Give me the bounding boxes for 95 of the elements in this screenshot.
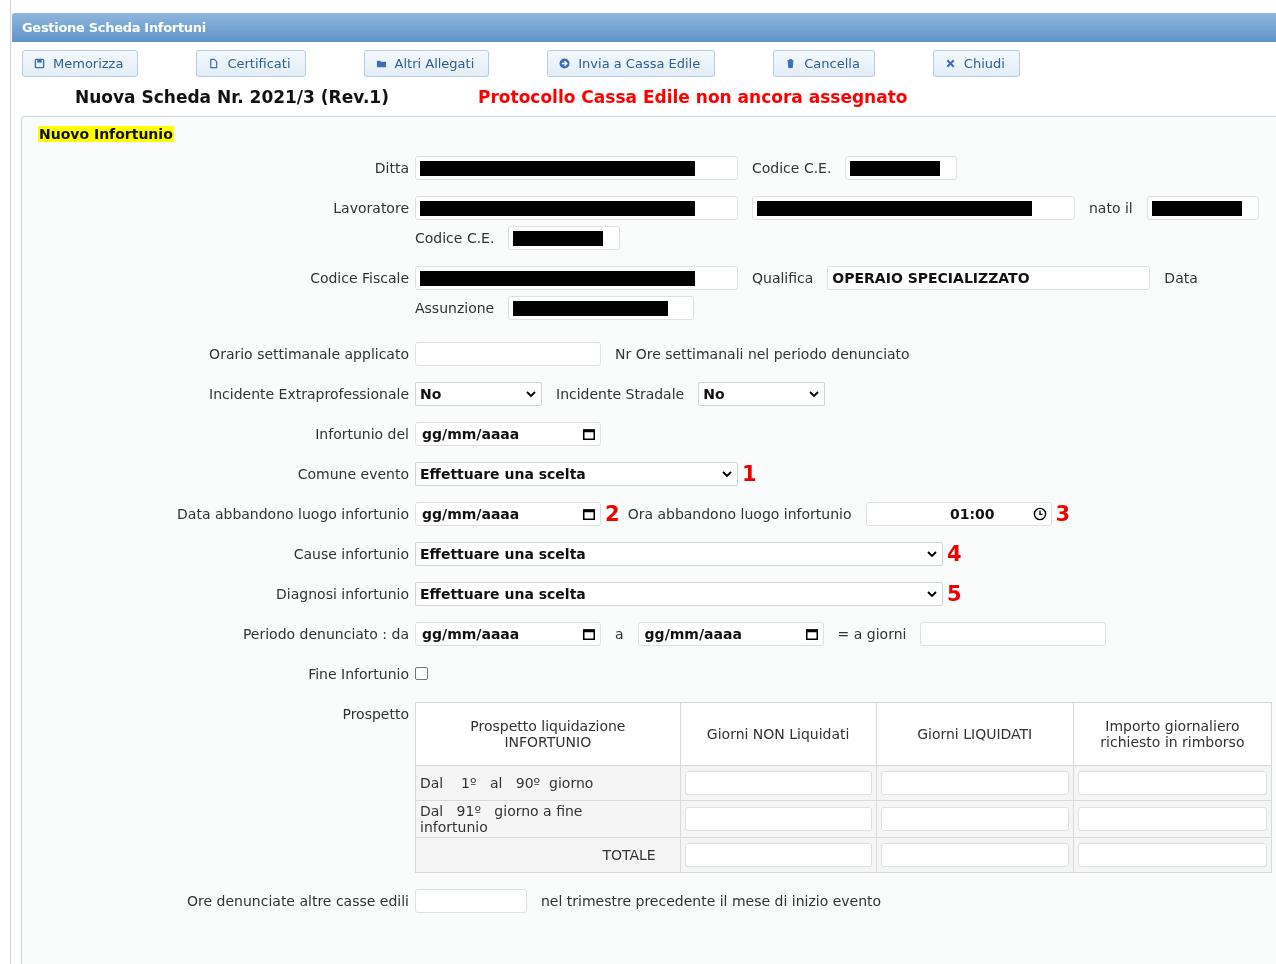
column-header: Importo giornaliero richiesto in rimborso xyxy=(1073,702,1272,766)
row-label: Dal 1º al 90º giorno xyxy=(415,765,681,801)
calendar-icon xyxy=(582,507,596,521)
dropdown[interactable]: Effettuare una scelta xyxy=(415,582,943,606)
field-label: nato il xyxy=(1089,200,1133,216)
folder-icon xyxy=(375,58,387,69)
field-label: Periodo denunciato : da xyxy=(241,625,410,644)
annotation-number: 3 xyxy=(1055,502,1071,526)
row-label: TOTALE xyxy=(415,837,681,873)
field-label: Data abbandono luogo infortunio xyxy=(176,505,410,524)
field-label: Fine Infortunio xyxy=(307,665,410,684)
record-title: Nuova Scheda Nr. 2021/3 (Rev.1) xyxy=(75,87,390,107)
input-field[interactable] xyxy=(415,342,601,366)
input-field[interactable]: OPERAIO SPECIALIZZATO xyxy=(827,266,1151,290)
field-label: Prospetto xyxy=(341,705,410,724)
toolbar-button[interactable]: Invia a Cassa Edile xyxy=(547,50,716,77)
toolbar-button[interactable]: Cancella xyxy=(773,50,875,77)
annotation-number: 2 xyxy=(605,502,620,526)
toolbar-button[interactable]: Altri Allegati xyxy=(363,50,490,77)
time-field[interactable]: 01:00 xyxy=(865,502,1052,526)
input-field[interactable] xyxy=(880,807,1069,831)
input-field[interactable] xyxy=(508,226,621,250)
column-header: Giorni NON Liquidati xyxy=(680,702,877,766)
dropdown[interactable]: No xyxy=(415,382,542,406)
toolbar-button[interactable]: Certificati xyxy=(196,50,306,77)
field-label: Ditta xyxy=(373,159,410,178)
input-field[interactable] xyxy=(415,156,738,180)
checkbox[interactable] xyxy=(415,667,428,680)
section-title: Nuovo Infortunio xyxy=(38,126,174,142)
dropdown[interactable]: No xyxy=(698,382,826,406)
input-field[interactable] xyxy=(1146,196,1259,220)
chevron-down-icon xyxy=(926,588,938,600)
input-field[interactable] xyxy=(1077,807,1267,831)
date-field[interactable]: gg/mm/aaaa xyxy=(415,622,601,646)
input-field[interactable] xyxy=(415,266,738,290)
window-title: Gestione Scheda Infortuni xyxy=(22,20,206,35)
field-label: Codice Fiscale xyxy=(309,269,410,288)
chevron-down-icon xyxy=(525,388,537,400)
input-field[interactable] xyxy=(684,807,872,831)
trash-icon xyxy=(785,58,797,69)
input-field[interactable] xyxy=(920,622,1107,646)
field-label: Qualifica xyxy=(752,270,814,286)
field-label: Codice C.E. xyxy=(752,160,832,176)
field-label: nel trimestre precedente il mese di inizio evento xyxy=(541,893,882,909)
row-label: Dal 91º giorno a fine infortunio xyxy=(415,800,681,838)
clock-icon xyxy=(1032,507,1047,521)
date-field[interactable]: gg/mm/aaaa xyxy=(415,502,601,526)
annotation-number: 5 xyxy=(947,582,962,606)
field-label: Infortunio del xyxy=(314,425,410,444)
annotation-number: 1 xyxy=(742,462,757,486)
input-field[interactable] xyxy=(845,156,958,180)
field-label: = a giorni xyxy=(837,626,907,642)
field-label: Cause infortunio xyxy=(292,545,410,564)
date-field[interactable]: gg/mm/aaaa xyxy=(637,622,824,646)
field-label: Incidente Extraprofessionale xyxy=(208,385,410,404)
chevron-down-icon xyxy=(721,468,733,480)
column-header: Giorni LIQUIDATI xyxy=(876,702,1074,766)
dropdown[interactable]: Effettuare una scelta xyxy=(415,542,943,566)
field-label: Nr Ore settimanali nel periodo denunciato xyxy=(615,346,910,362)
input-field[interactable] xyxy=(1077,771,1267,795)
field-label: Comune evento xyxy=(296,465,410,484)
input-field[interactable] xyxy=(415,889,527,913)
date-field[interactable]: gg/mm/aaaa xyxy=(415,422,601,446)
input-field[interactable] xyxy=(684,843,872,867)
field-label: Assunzione xyxy=(415,300,495,316)
protocol-status: Protocollo Cassa Edile non ancora assegnato xyxy=(478,87,908,107)
annotation-number: 4 xyxy=(947,542,962,566)
input-field[interactable] xyxy=(880,771,1069,795)
input-field[interactable] xyxy=(684,771,872,795)
column-header: Prospetto liquidazione INFORTUNIO xyxy=(415,702,681,766)
chevron-down-icon xyxy=(808,388,821,400)
close-icon xyxy=(944,58,956,69)
field-label: Ora abbandono luogo infortunio xyxy=(627,506,852,522)
document-icon xyxy=(208,58,220,69)
field-label: Orario settimanale applicato xyxy=(208,345,410,364)
field-label: Incidente Stradale xyxy=(556,386,685,402)
calendar-icon xyxy=(582,627,596,641)
field-label: Codice C.E. xyxy=(415,230,495,246)
chevron-down-icon xyxy=(926,548,938,560)
field-label: a xyxy=(615,626,624,642)
input-field[interactable] xyxy=(508,296,695,320)
field-label: Lavoratore xyxy=(332,199,410,218)
field-label: Data xyxy=(1164,270,1198,286)
toolbar-button[interactable]: Chiudi xyxy=(932,50,1020,77)
field-label: Diagnosi infortunio xyxy=(275,585,410,604)
arrow-circle-icon xyxy=(559,58,571,69)
input-field[interactable] xyxy=(1077,843,1267,867)
field-label: Ore denunciate altre casse edili xyxy=(186,892,410,911)
toolbar-button[interactable]: Memorizza xyxy=(22,50,139,77)
calendar-icon xyxy=(582,427,596,441)
input-field[interactable] xyxy=(415,196,738,220)
input-field[interactable] xyxy=(880,843,1069,867)
calendar-icon xyxy=(804,627,819,641)
dropdown[interactable]: Effettuare una scelta xyxy=(415,462,738,486)
input-field[interactable] xyxy=(752,196,1075,220)
